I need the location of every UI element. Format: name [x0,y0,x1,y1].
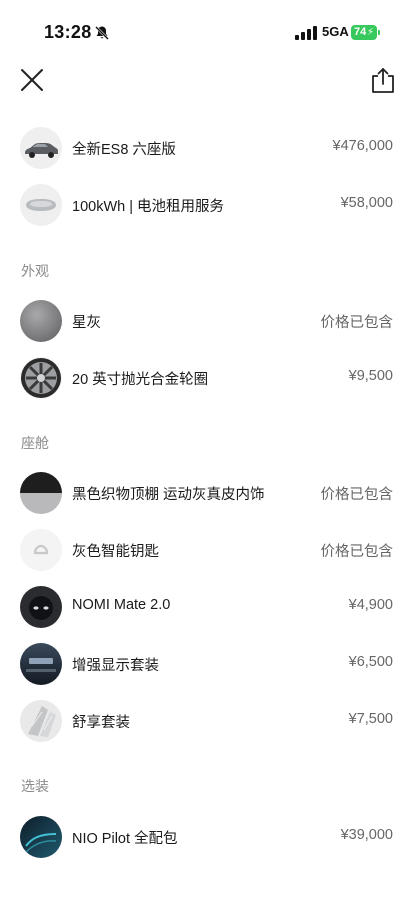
bell-muted-icon [95,26,109,40]
item-label: 20 英寸抛光合金轮圈 [72,372,209,388]
item-label: 增强显示套装 [72,658,159,674]
item-price: ¥6,500 [348,654,393,670]
section-title-cabin: 座舱 [21,435,49,451]
item-label: 全新ES8 六座版 [72,142,176,158]
nomi-thumbnail [20,586,62,628]
interior-swatch [20,472,62,514]
list-item-wheels: 20 英寸抛光合金轮圈 ¥9,500 [0,350,414,406]
seat-thumbnail [20,700,62,742]
paint-swatch [20,300,62,342]
item-label: 灰色智能钥匙 [72,544,159,560]
item-label: 星灰 [72,315,101,331]
display-thumbnail [20,643,62,685]
battery-indicator: 74 ⚡ [351,25,377,40]
list-item-battery: 100kWh | 电池租用服务 ¥58,000 [0,177,414,233]
car-thumbnail [20,127,62,169]
status-time: 13:28 [44,22,92,42]
item-price: 价格已包含 [320,315,394,331]
item-price: ¥58,000 [340,195,393,211]
list-item-paint: 星灰 价格已包含 [0,293,414,349]
section-title-exterior: 外观 [21,263,49,279]
list-item-nomi: NOMI Mate 2.0 ¥4,900 [0,579,414,635]
item-price: ¥9,500 [348,368,393,384]
section-title-options: 选装 [21,778,49,794]
share-icon[interactable] [370,66,396,94]
list-item-comfort: 舒享套装 ¥7,500 [0,693,414,749]
close-icon[interactable] [18,66,46,94]
list-item-display: 增强显示套装 ¥6,500 [0,636,414,692]
item-label: NOMI Mate 2.0 [72,597,171,613]
list-item-smart-key: 灰色智能钥匙 价格已包含 [0,522,414,578]
smart-key-thumbnail [20,529,62,571]
item-label: 100kWh | 电池租用服务 [72,199,225,215]
item-price: ¥39,000 [340,827,393,843]
status-bar: 13:28 5GA 74 ⚡ [0,0,414,62]
cellular-signal-icon [295,26,317,40]
pilot-thumbnail [20,816,62,858]
item-label: NIO Pilot 全配包 [72,831,178,847]
item-label: 黑色织物顶棚 运动灰真皮内饰 [72,487,265,503]
charging-bolt-icon: ⚡ [366,27,374,38]
network-type: 5GA [322,24,349,39]
wheel-thumbnail [20,357,62,399]
battery-cap [378,30,380,35]
item-price: 价格已包含 [320,544,394,560]
item-price: ¥4,900 [348,597,393,613]
item-price: 价格已包含 [320,487,394,503]
list-item-pilot: NIO Pilot 全配包 ¥39,000 [0,809,414,865]
list-item-vehicle: 全新ES8 六座版 ¥476,000 [0,120,414,176]
item-label: 舒享套装 [72,715,130,731]
list-item-interior: 黑色织物顶棚 运动灰真皮内饰 价格已包含 [0,465,414,521]
item-price: ¥476,000 [332,138,393,154]
battery-pack-thumbnail [20,184,62,226]
item-price: ¥7,500 [348,711,393,727]
